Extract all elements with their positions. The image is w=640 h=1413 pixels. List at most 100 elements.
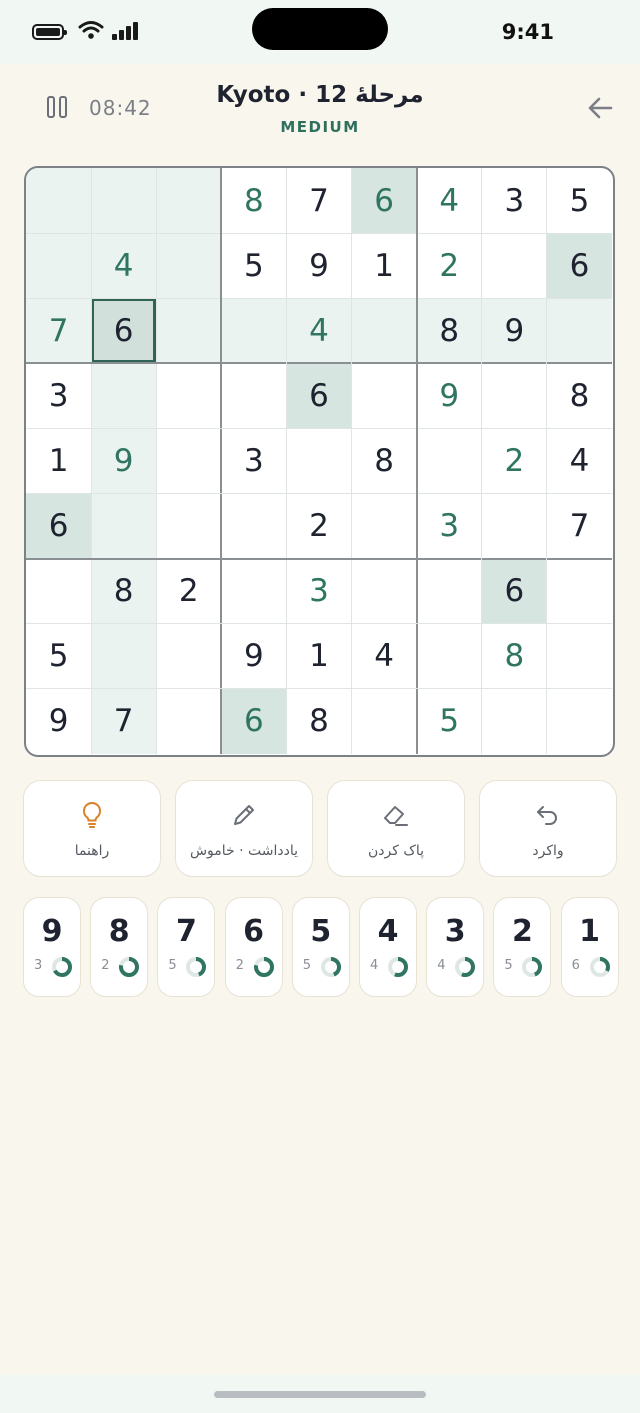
sudoku-cell[interactable] [156, 233, 222, 299]
sudoku-cell[interactable] [417, 559, 482, 624]
erase-button[interactable]: پاک کردن [327, 780, 465, 877]
sudoku-cell[interactable]: 2 [417, 233, 482, 298]
sudoku-cell[interactable] [156, 298, 222, 364]
progress-ring-icon [253, 957, 274, 977]
sudoku-cell[interactable]: 7 [26, 298, 92, 364]
sudoku-cell[interactable] [26, 559, 91, 624]
number-key-5[interactable]: 55 [291, 897, 350, 997]
sudoku-cell[interactable]: 2 [286, 494, 351, 559]
sudoku-cell[interactable] [221, 494, 286, 559]
sudoku-cell[interactable] [482, 494, 547, 559]
sudoku-cell[interactable] [156, 428, 221, 493]
number-key-3[interactable]: 34 [426, 897, 485, 997]
sudoku-cell[interactable]: 8 [286, 689, 351, 754]
sudoku-cell[interactable] [482, 689, 547, 754]
sudoku-cell[interactable] [156, 494, 221, 559]
sudoku-cell[interactable]: 5 [417, 689, 482, 754]
sudoku-cell[interactable] [351, 298, 417, 364]
sudoku-cell[interactable]: 5 [221, 233, 286, 298]
number-key-2[interactable]: 25 [493, 897, 552, 997]
sudoku-cell[interactable]: 6 [91, 298, 157, 364]
sudoku-cell[interactable]: 6 [481, 558, 547, 624]
sudoku-cell[interactable]: 3 [26, 363, 91, 428]
back-arrow-icon[interactable] [586, 94, 614, 122]
sudoku-cell[interactable]: 6 [546, 233, 612, 299]
sudoku-cell[interactable]: 9 [417, 363, 482, 428]
sudoku-cell[interactable] [547, 624, 612, 689]
sudoku-cell[interactable]: 3 [482, 168, 547, 233]
sudoku-cell[interactable] [156, 689, 221, 754]
sudoku-cell[interactable] [352, 689, 417, 754]
sudoku-cell[interactable] [156, 363, 221, 428]
sudoku-cell[interactable] [547, 689, 612, 754]
sudoku-cell[interactable]: 9 [26, 689, 91, 754]
sudoku-cell[interactable] [26, 168, 92, 234]
sudoku-cell[interactable]: 1 [352, 233, 417, 298]
sudoku-cell[interactable]: 8 [547, 363, 612, 428]
undo-button[interactable]: واکرد [479, 780, 617, 877]
sudoku-cell[interactable]: 9 [286, 233, 351, 298]
grid-line [26, 493, 612, 495]
sudoku-cell[interactable]: 7 [286, 168, 351, 233]
sudoku-cell[interactable] [352, 363, 417, 428]
sudoku-cell[interactable]: 9 [481, 298, 547, 364]
sudoku-cell[interactable]: 1 [26, 428, 91, 493]
sudoku-cell[interactable] [482, 363, 547, 428]
sudoku-cell[interactable] [91, 168, 157, 234]
sudoku-cell[interactable] [547, 559, 612, 624]
sudoku-cell[interactable]: 6 [221, 688, 287, 754]
sudoku-cell[interactable] [352, 494, 417, 559]
sudoku-cell[interactable] [221, 298, 287, 364]
sudoku-cell[interactable]: 8 [416, 298, 482, 364]
sudoku-cell[interactable]: 3 [286, 559, 351, 624]
sudoku-cell[interactable] [221, 559, 286, 624]
sudoku-cell[interactable] [482, 233, 547, 298]
sudoku-cell[interactable] [417, 428, 482, 493]
sudoku-cell[interactable]: 4 [417, 168, 482, 233]
sudoku-cell[interactable] [26, 233, 92, 299]
sudoku-cell[interactable]: 6 [26, 493, 92, 559]
sudoku-cell[interactable]: 5 [547, 168, 612, 233]
number-key-6[interactable]: 62 [224, 897, 283, 997]
sudoku-cell[interactable]: 8 [221, 168, 286, 233]
sudoku-cell[interactable]: 3 [417, 494, 482, 559]
sudoku-cell[interactable]: 8 [91, 558, 157, 624]
sudoku-cell[interactable]: 2 [482, 428, 547, 493]
sudoku-cell[interactable]: 6 [286, 363, 352, 429]
number-key-7[interactable]: 75 [157, 897, 216, 997]
hint-button[interactable]: راهنما [23, 780, 161, 877]
number-key-8[interactable]: 82 [90, 897, 149, 997]
sudoku-cell[interactable]: 2 [156, 559, 221, 624]
sudoku-cell[interactable] [91, 623, 157, 689]
sudoku-cell[interactable]: 7 [547, 494, 612, 559]
sudoku-cell[interactable]: 4 [352, 624, 417, 689]
sudoku-cell[interactable]: 4 [286, 298, 352, 364]
sudoku-cell[interactable]: 7 [91, 688, 157, 754]
sudoku-cell[interactable]: 5 [26, 624, 91, 689]
sudoku-cell[interactable]: 8 [352, 428, 417, 493]
sudoku-cell[interactable] [221, 363, 286, 428]
number-key-9[interactable]: 93 [23, 897, 81, 997]
sudoku-cell[interactable]: 4 [547, 428, 612, 493]
number-key-4[interactable]: 44 [359, 897, 417, 997]
sudoku-cell[interactable]: 9 [91, 428, 157, 494]
sudoku-cell[interactable]: 1 [286, 624, 351, 689]
sudoku-cell[interactable]: 4 [91, 233, 157, 299]
notes-button[interactable]: یادداشت · خاموش [175, 780, 313, 877]
sudoku-cell[interactable] [156, 168, 222, 234]
sudoku-cell[interactable]: 3 [221, 428, 286, 493]
sudoku-cell[interactable]: 8 [482, 624, 547, 689]
difficulty-label: MEDIUM [280, 118, 360, 136]
sudoku-cell[interactable] [156, 624, 221, 689]
sudoku-cell[interactable]: 9 [221, 624, 286, 689]
sudoku-cell[interactable] [417, 624, 482, 689]
pause-icon[interactable] [46, 96, 70, 120]
sudoku-cell[interactable] [286, 428, 351, 493]
sudoku-cell[interactable] [91, 493, 157, 559]
sudoku-cell[interactable]: 6 [351, 168, 417, 234]
sudoku-cell[interactable] [91, 363, 157, 429]
number-key-1[interactable]: 16 [560, 897, 619, 997]
sudoku-cell[interactable] [352, 559, 417, 624]
remaining-count: 6 [571, 958, 580, 973]
sudoku-cell[interactable] [546, 298, 612, 364]
